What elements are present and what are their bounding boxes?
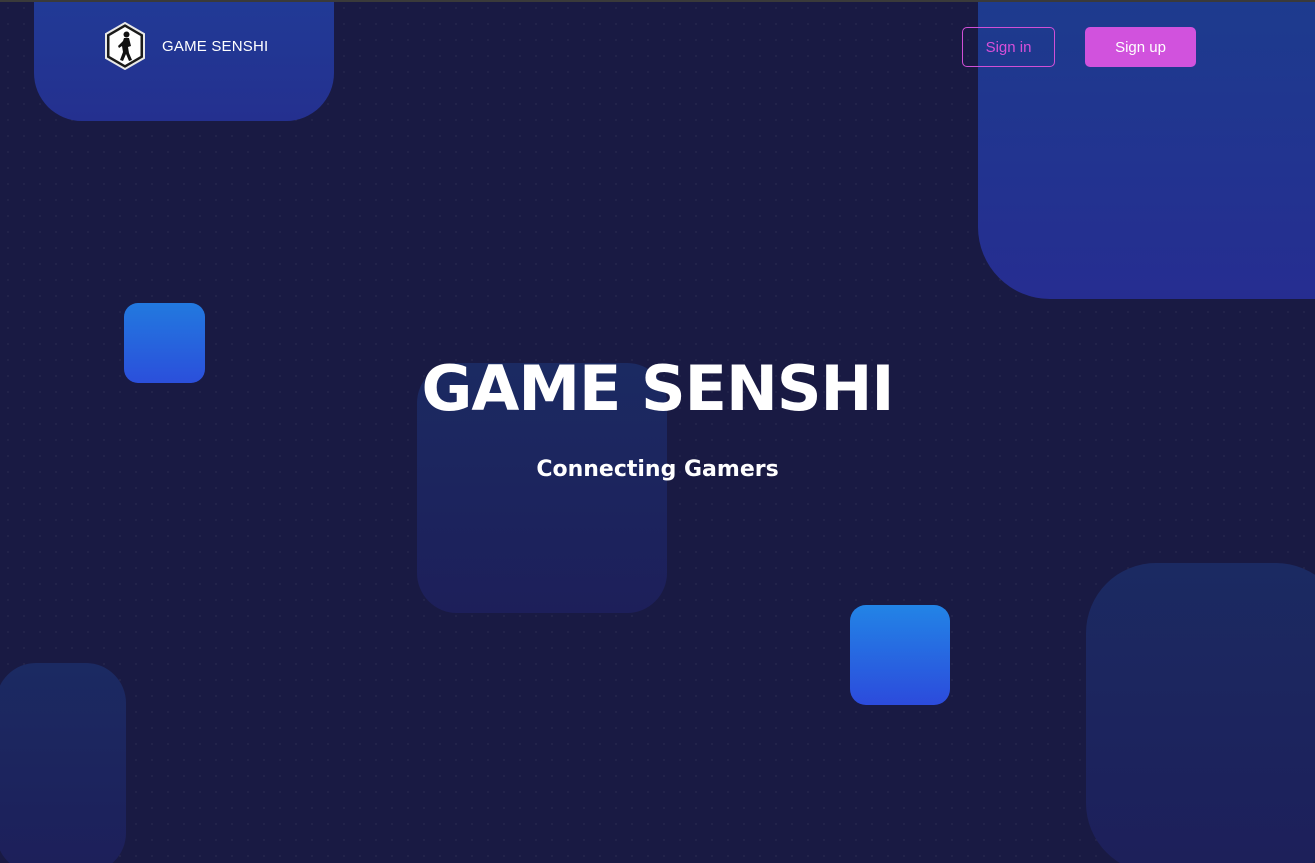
landing-page: GAME SENSHI Sign in Sign up GAME SENSHI … [0,0,1315,863]
decorative-shape-bottom-left [0,663,126,863]
sign-up-button[interactable]: Sign up [1085,27,1196,67]
hero-title: GAME SENSHI [421,352,894,425]
sign-in-button[interactable]: Sign in [962,27,1055,67]
runner-hexagon-logo-icon [105,22,145,70]
brand-name: GAME SENSHI [162,37,269,55]
window-top-border [0,0,1315,2]
decorative-square-right [850,605,950,705]
hero-subtitle: Connecting Gamers [536,457,779,482]
decorative-shape-bottom-right [1086,563,1315,863]
brand-link[interactable]: GAME SENSHI [104,22,268,70]
